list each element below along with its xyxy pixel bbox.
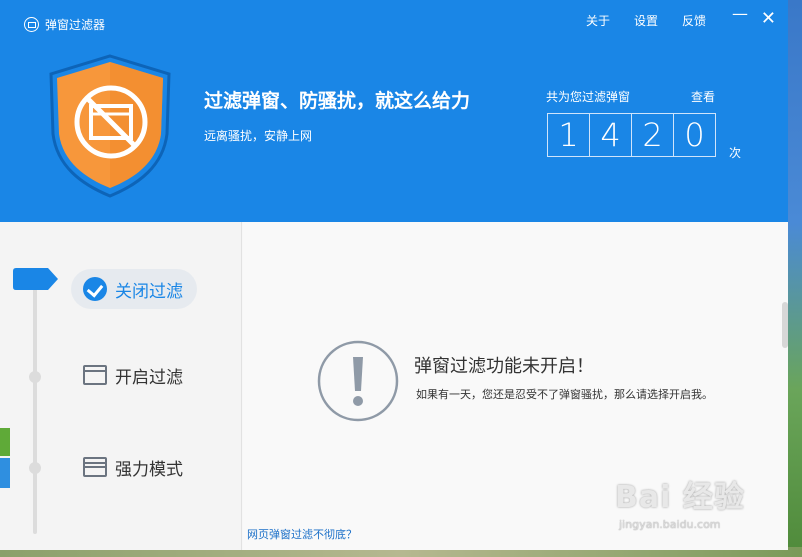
timeline-line [33,286,37,534]
menu-feedback[interactable]: 反馈 [682,12,706,29]
mode-disable-filter[interactable]: 关闭过滤 [71,269,197,309]
mode-enable-filter[interactable]: 开启过滤 [71,355,197,395]
mode-label: 强力模式 [115,459,183,480]
counter-digit: 1 [548,114,590,156]
status-description: 如果有一天，您还是忍受不了弹窗骚扰，那么请选择开启我。 [416,388,713,401]
watermark-sub: jingyan.baidu.com [619,518,721,531]
counter-unit: 次 [729,146,742,160]
app-title-text: 弹窗过滤器 [45,18,106,32]
view-link[interactable]: 查看 [691,88,715,105]
close-button[interactable]: ✕ [761,8,776,29]
mode-strong[interactable]: 强力模式 [71,447,197,487]
timeline-dot [29,371,41,383]
incomplete-filter-link[interactable]: 网页弹窗过滤不彻底？ [247,526,357,542]
top-menu: 关于 设置 反馈 [586,12,706,29]
counter-digit: 2 [632,114,674,156]
mode-sidebar: 关闭过滤 开启过滤 强力模式 [0,222,242,550]
desktop-edge-blue [0,458,10,488]
exclamation-icon [317,340,399,422]
headline: 过滤弹窗、防骚扰，就这么给力 [204,90,471,112]
baidu-watermark: Bai 经验 jingyan.baidu.com [615,472,763,534]
desktop-edge-green [0,428,10,456]
app-logo-icon [24,17,39,32]
subline: 远离骚扰，安静上网 [204,129,313,143]
menu-settings[interactable]: 设置 [634,12,658,29]
shield-blocked-icon [49,54,171,198]
mode-label: 开启过滤 [115,367,183,388]
status-title: 弹窗过滤功能未开启！ [414,356,594,377]
check-icon [83,277,107,301]
mode-label: 关闭过滤 [115,281,183,302]
timeline-flag-icon [13,268,58,290]
counter-label: 共为您过滤弹窗 [546,90,631,104]
header-banner: 弹窗过滤器 关于 设置 反馈 — ✕ 过滤弹窗、防骚扰，就这么给力 远离骚扰，安… [0,0,788,222]
window-stack-icon [83,457,107,477]
minimize-button[interactable]: — [732,4,748,23]
menu-about[interactable]: 关于 [586,12,610,29]
watermark-main: Bai 经验 [615,480,745,515]
window-icon [83,365,107,385]
app-title: 弹窗过滤器 [24,16,105,33]
counter-digit: 4 [590,114,632,156]
filter-counter: 1 4 2 0 [547,113,716,157]
popup-filter-window: 弹窗过滤器 关于 设置 反馈 — ✕ 过滤弹窗、防骚扰，就这么给力 远离骚扰，安… [0,0,788,550]
timeline-dot [29,462,41,474]
scrollbar[interactable] [782,302,788,348]
counter-digit: 0 [684,116,705,154]
